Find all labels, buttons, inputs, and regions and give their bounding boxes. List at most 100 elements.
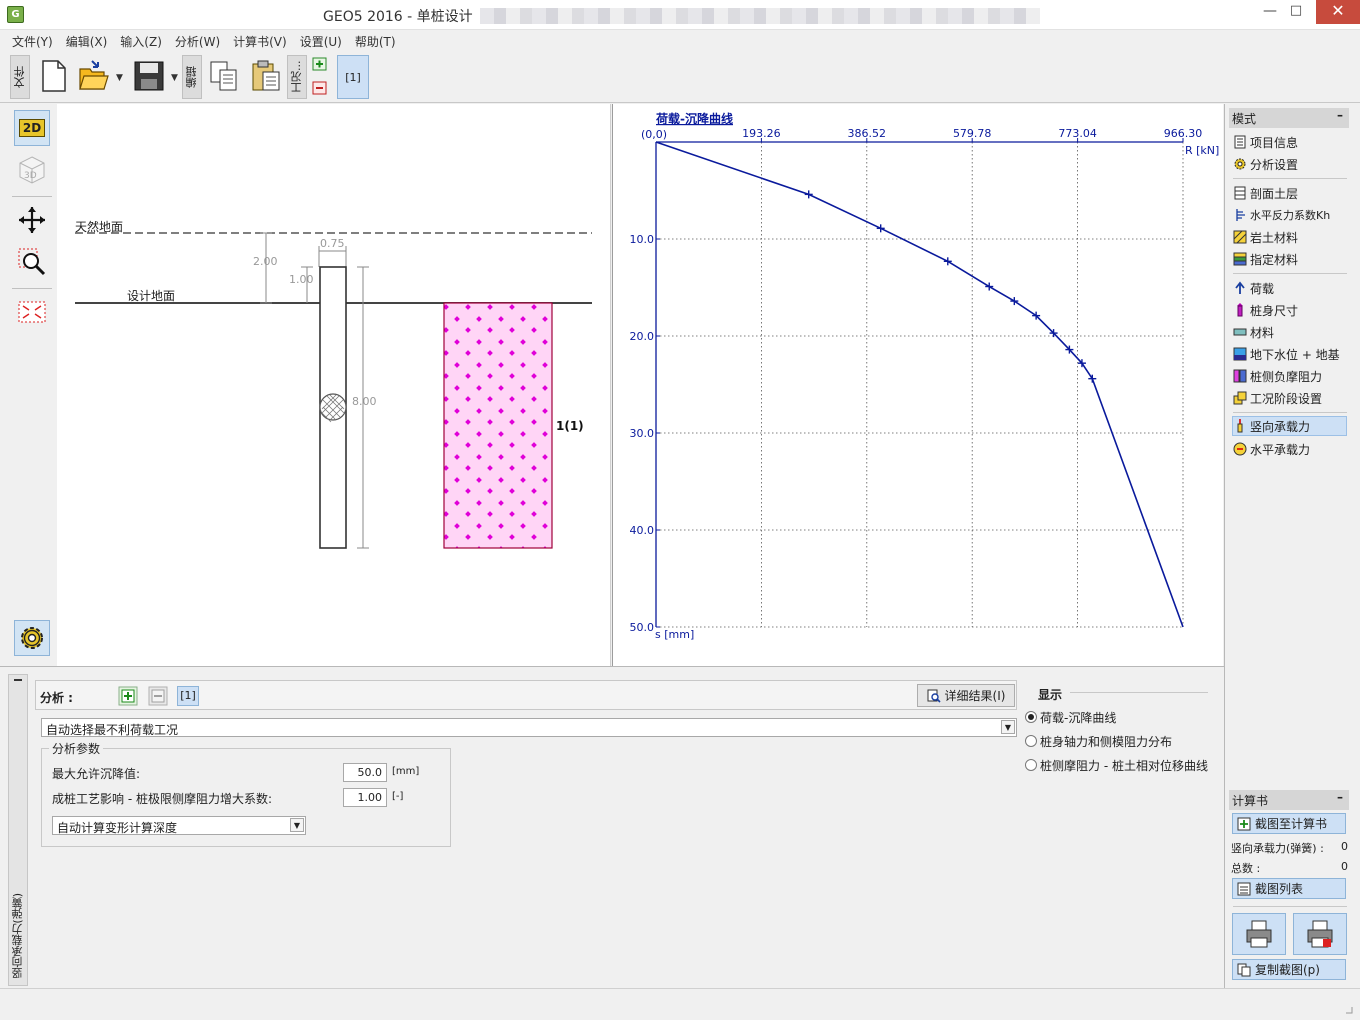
collapse-icon[interactable]: –: [1337, 108, 1343, 122]
mode-assign[interactable]: 指定材料: [1233, 249, 1347, 269]
menu-analysis[interactable]: 分析(W): [169, 31, 227, 50]
soil-layer-column[interactable]: [443, 302, 553, 549]
copy-icon[interactable]: [208, 59, 240, 93]
friction-factor-unit: [-]: [392, 791, 404, 802]
view-3d-button[interactable]: 3D: [14, 152, 50, 188]
gear-icon: [1234, 158, 1246, 170]
report-header[interactable]: 计算书 –: [1229, 790, 1349, 810]
analysis-1-button[interactable]: [1]: [177, 686, 199, 706]
stage-1-button[interactable]: [1]: [337, 55, 369, 99]
print-button[interactable]: [1232, 913, 1286, 955]
dropdown-arrow-icon: ▼: [290, 818, 304, 832]
x-tick-label: 386.52: [848, 127, 887, 140]
remove-analysis-icon[interactable]: [148, 686, 168, 706]
mode-analysis-settings[interactable]: 分析设置: [1233, 154, 1347, 174]
dim-top-offset: 2.00: [253, 255, 278, 268]
maximize-button[interactable]: □: [1280, 0, 1312, 24]
chart-title[interactable]: 荷载-沉降曲线: [655, 111, 733, 126]
display-option-friction-displacement[interactable]: 桩侧摩阻力 - 桩土相对位移曲线: [1025, 756, 1221, 774]
menu-input[interactable]: 输入(Z): [114, 31, 169, 50]
cube-3d-icon: 3D: [19, 156, 45, 184]
detailed-results-button[interactable]: 详细结果(I): [917, 684, 1015, 707]
menu-help[interactable]: 帮助(T): [349, 31, 403, 50]
open-folder-icon[interactable]: [78, 59, 110, 93]
paste-icon[interactable]: [250, 59, 282, 93]
display-option-axial-force[interactable]: 桩身轴力和侧模阻力分布: [1025, 732, 1215, 750]
add-stage-icon[interactable]: [312, 57, 328, 71]
mode-soils[interactable]: 岩土材料: [1233, 227, 1347, 247]
app-icon[interactable]: G: [7, 6, 24, 23]
fit-view-icon: [18, 301, 46, 323]
data-point-marker: [876, 224, 885, 233]
mode-horizontal-capacity[interactable]: 水平承载力: [1233, 439, 1347, 459]
data-point-marker: [985, 282, 994, 291]
file-toolbar-tab[interactable]: 文件: [10, 55, 30, 99]
deformation-depth-select[interactable]: 自动计算变形计算深度 ▼: [52, 816, 306, 835]
add-to-report-button[interactable]: 截图至计算书: [1232, 813, 1346, 834]
mode-water-subsoil[interactable]: 地下水位 + 地基: [1233, 344, 1347, 364]
new-file-icon[interactable]: [38, 59, 70, 93]
vertical-capacity-icon: [1237, 419, 1243, 433]
save-dropdown-icon[interactable]: ▼: [171, 73, 178, 83]
resize-grip-icon[interactable]: [1342, 1003, 1354, 1015]
mode-negative-friction[interactable]: 桩侧负摩阻力: [1233, 366, 1347, 386]
menu-report[interactable]: 计算书(V): [227, 31, 294, 50]
edit-toolbar-tab[interactable]: 编辑: [182, 55, 202, 99]
mode-project-info[interactable]: 项目信息: [1233, 132, 1347, 152]
redacted-filename: [480, 8, 1040, 24]
open-dropdown-icon[interactable]: ▼: [116, 73, 123, 83]
mode-pile-dimensions[interactable]: 桩身尺寸: [1233, 300, 1347, 320]
display-option-load-settlement[interactable]: 荷载-沉降曲线: [1025, 708, 1215, 726]
radio-unselected: [1025, 759, 1037, 771]
analysis-stage-bar: 分析 : [1] 详细结果(I): [35, 680, 1017, 710]
load-settlement-chart: 荷载-沉降曲线 (0,0) R [kN] s [mm] 193.26 386.52…: [630, 111, 1220, 641]
mode-material[interactable]: 材料: [1233, 322, 1347, 342]
modes-header[interactable]: 模式 –: [1229, 108, 1349, 128]
menu-file[interactable]: 文件(Y): [6, 31, 60, 50]
max-settlement-unit: [mm]: [392, 766, 420, 777]
picture-list-button[interactable]: 截图列表: [1232, 878, 1346, 899]
detail-magnifier-icon: [927, 689, 941, 703]
stage-toolbar-tab[interactable]: 工况...: [287, 55, 307, 99]
drawing-settings-button[interactable]: [14, 620, 50, 656]
zoom-icon: [18, 248, 46, 276]
mode-loads[interactable]: 荷载: [1233, 278, 1347, 298]
pan-button[interactable]: [14, 202, 50, 238]
remove-stage-icon[interactable]: [312, 81, 328, 95]
menu-settings[interactable]: 设置(U): [294, 31, 349, 50]
friction-factor-input[interactable]: 1.00: [343, 788, 387, 807]
mode-stage-settings[interactable]: 工况阶段设置: [1233, 388, 1347, 408]
chart-markers: [804, 190, 1097, 383]
collapse-icon[interactable]: –: [1337, 790, 1343, 804]
copy-picture-icon: [1237, 963, 1251, 976]
document-icon: [1234, 135, 1246, 149]
menu-edit[interactable]: 编辑(X): [60, 31, 115, 50]
save-icon[interactable]: [133, 59, 165, 93]
worst-load-case-select[interactable]: 自动选择最不利荷载工况 ▼: [41, 718, 1017, 737]
add-analysis-icon[interactable]: [118, 686, 138, 706]
pile-geometry-drawing: 天然地面 设计地面 2.00 1.00 0.75 8.00 1(1): [75, 219, 592, 549]
status-bar: [0, 988, 1360, 1020]
copy-picture-button[interactable]: 复制截图(p): [1232, 959, 1346, 980]
data-point-marker: [943, 257, 952, 266]
fit-view-button[interactable]: [14, 294, 50, 330]
mode-profile[interactable]: 剖面土层: [1233, 183, 1347, 203]
geometry-view[interactable]: 天然地面 设计地面 2.00 1.00 0.75 8.00 1(1): [57, 104, 611, 666]
vertical-capacity-tab[interactable]: 竖向承载力(弹簧): [8, 674, 28, 986]
mode-kh[interactable]: 水平反力系数Kh: [1233, 205, 1347, 225]
y-tick-label: 10.0: [630, 233, 655, 246]
close-button[interactable]: ✕: [1316, 0, 1360, 24]
y-tick-label: 30.0: [630, 427, 655, 440]
print-pdf-button[interactable]: [1293, 913, 1347, 955]
load-settlement-chart-view[interactable]: 荷载-沉降曲线 (0,0) R [kN] s [mm] 193.26 386.52…: [612, 104, 1223, 666]
max-settlement-input[interactable]: 50.0: [343, 763, 387, 782]
mode-vertical-capacity[interactable]: 竖向承载力: [1232, 416, 1347, 436]
x-tick-label: 193.26: [742, 127, 781, 140]
view-2d-button[interactable]: 2D: [14, 110, 50, 146]
soil-layer-label: 1(1): [556, 419, 584, 433]
collapse-icon[interactable]: [14, 679, 22, 681]
design-ground-label: 设计地面: [127, 289, 175, 303]
series-line: [655, 141, 1184, 628]
zoom-button[interactable]: [14, 244, 50, 280]
assign-layers-icon: [1233, 252, 1247, 266]
